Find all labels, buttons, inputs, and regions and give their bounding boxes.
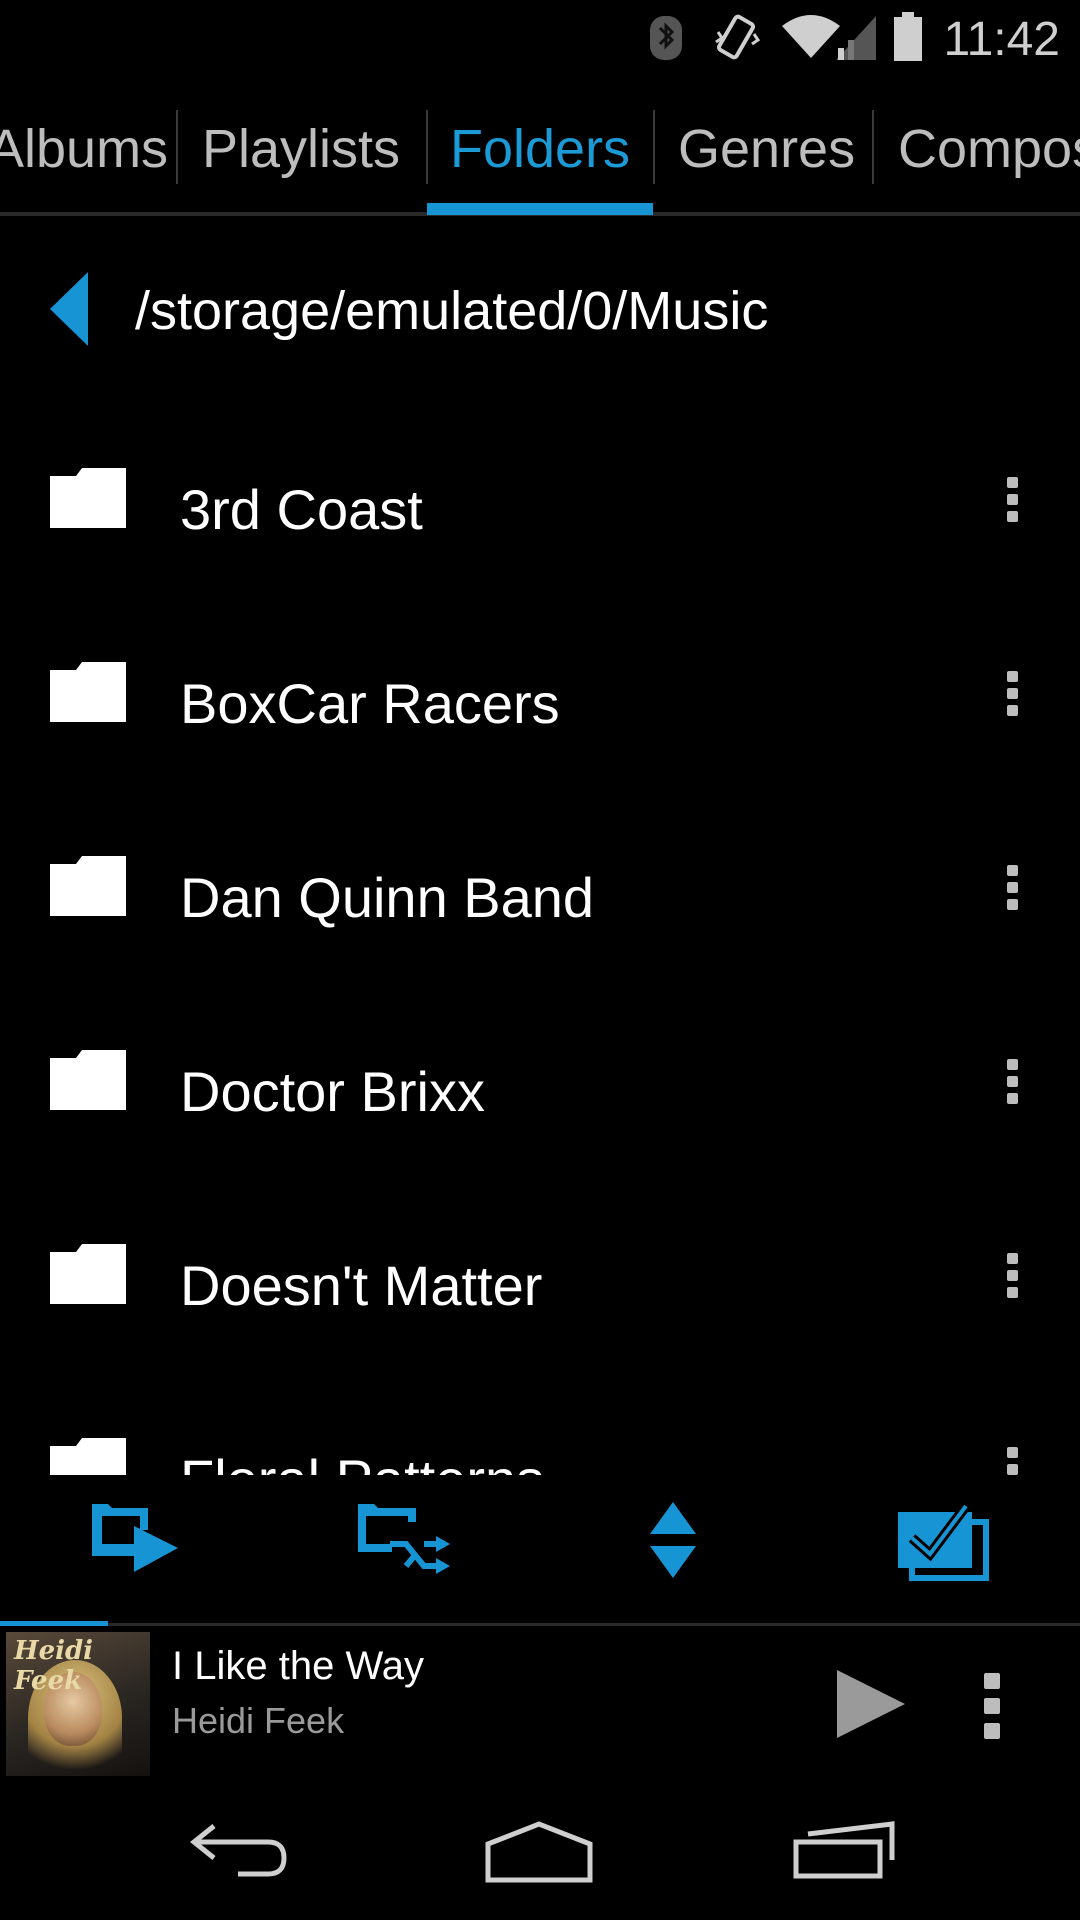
list-item[interactable]: BoxCar Racers — [0, 599, 1080, 793]
folder-name: 3rd Coast — [180, 478, 423, 541]
home-icon[interactable] — [484, 1820, 594, 1884]
shuffle-folder-icon[interactable] — [356, 1500, 452, 1580]
system-nav-bar — [0, 1780, 1080, 1920]
folder-icon — [50, 1438, 126, 1475]
folder-icon — [50, 1244, 126, 1304]
track-artist: Heidi Feek — [172, 1700, 345, 1741]
tab-composers[interactable]: Composers — [898, 118, 1080, 180]
more-options-icon[interactable] — [1000, 671, 1024, 719]
folder-action-bar — [0, 1480, 1080, 1620]
sort-icon[interactable] — [648, 1500, 698, 1580]
cell-signal-icon — [836, 16, 876, 60]
track-title: I Like the Way — [172, 1644, 424, 1688]
play-folder-icon[interactable] — [90, 1500, 180, 1580]
tab-divider — [653, 110, 655, 184]
album-art-title: Heidi Feek — [14, 1636, 94, 1696]
vibrate-icon — [715, 14, 761, 60]
status-bar: 11:42 — [0, 0, 1080, 78]
select-all-icon[interactable] — [896, 1500, 990, 1582]
folder-name: Dan Quinn Band — [180, 866, 595, 929]
status-clock: 11:42 — [943, 13, 1060, 66]
more-options-icon[interactable] — [1000, 1059, 1024, 1107]
folder-icon — [50, 1050, 126, 1110]
back-arrow-icon[interactable] — [48, 270, 90, 348]
folder-name: Doctor Brixx — [180, 1060, 485, 1123]
tab-divider — [426, 110, 428, 184]
play-icon[interactable] — [835, 1668, 907, 1740]
tab-folders[interactable]: Folders — [450, 118, 630, 180]
recent-apps-icon[interactable] — [792, 1820, 896, 1880]
list-item[interactable]: Dan Quinn Band — [0, 793, 1080, 987]
tab-genres[interactable]: Genres — [678, 118, 855, 180]
now-playing-more-icon[interactable] — [984, 1673, 1004, 1748]
more-options-icon[interactable] — [1000, 865, 1024, 913]
folder-name: Doesn't Matter — [180, 1254, 543, 1317]
more-options-icon[interactable] — [1000, 1447, 1024, 1475]
folder-name: Floral Patterns — [180, 1447, 544, 1475]
tab-playlists[interactable]: Playlists — [202, 118, 400, 180]
album-art[interactable]: Heidi Feek — [6, 1632, 150, 1776]
folder-list: 3rd Coast BoxCar Racers Dan Quinn Band D… — [0, 405, 1080, 1475]
battery-icon — [894, 12, 922, 61]
tab-divider — [176, 110, 178, 184]
bluetooth-icon — [650, 16, 682, 60]
active-tab-indicator — [427, 203, 653, 215]
back-icon[interactable] — [188, 1820, 290, 1880]
folder-icon — [50, 468, 126, 528]
list-item[interactable]: 3rd Coast — [0, 405, 1080, 599]
more-options-icon[interactable] — [1000, 1253, 1024, 1301]
tab-albums[interactable]: Albums — [0, 118, 168, 180]
playback-progress-fill — [0, 1621, 108, 1626]
tab-divider — [872, 110, 874, 184]
category-tabs: Albums Playlists Folders Genres Composer… — [0, 78, 1080, 218]
now-playing-bar[interactable]: Heidi Feek I Like the Way Heidi Feek — [0, 1628, 1080, 1778]
folder-name: BoxCar Racers — [180, 672, 560, 735]
list-item[interactable]: Floral Patterns — [0, 1375, 1080, 1475]
list-item[interactable]: Doesn't Matter — [0, 1181, 1080, 1375]
playback-progress-track[interactable] — [0, 1623, 1080, 1626]
folder-icon — [50, 662, 126, 722]
list-item[interactable]: Doctor Brixx — [0, 987, 1080, 1181]
folder-icon — [50, 856, 126, 916]
more-options-icon[interactable] — [1000, 477, 1024, 525]
folder-path-row: /storage/emulated/0/Music — [0, 255, 1080, 365]
current-path: /storage/emulated/0/Music — [135, 281, 769, 341]
